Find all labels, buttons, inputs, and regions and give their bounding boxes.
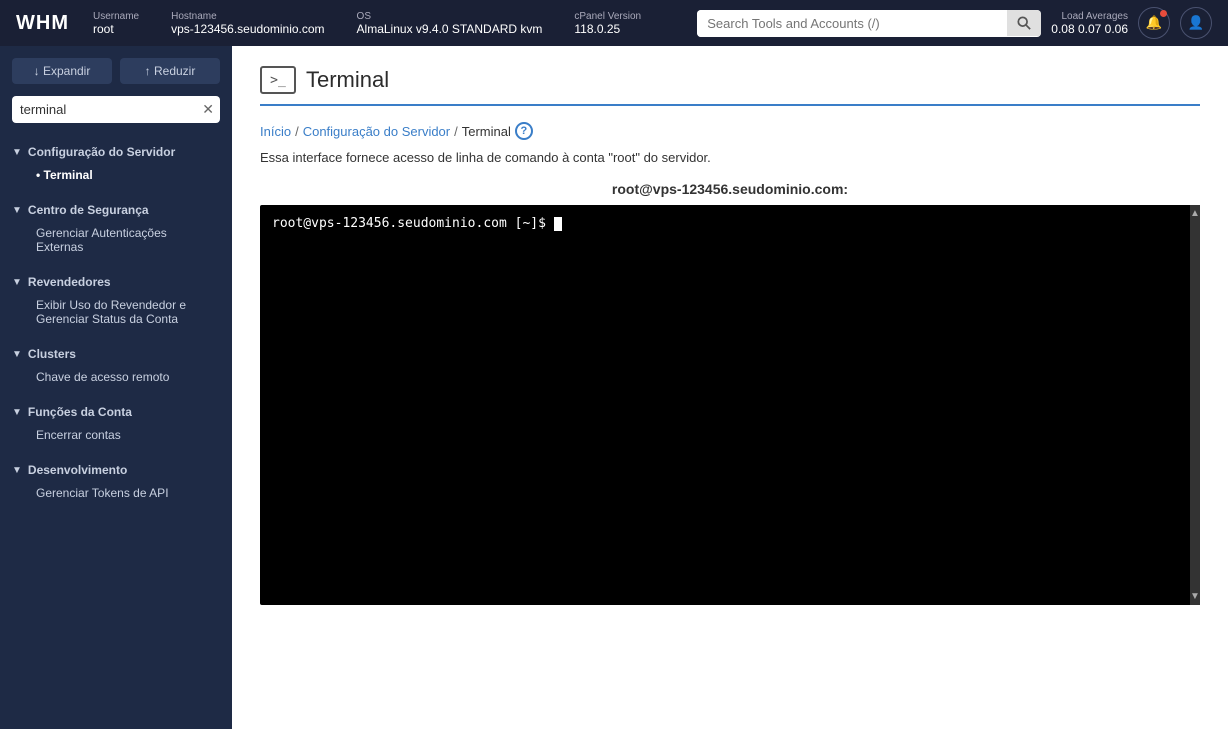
load-avg-label: Load Averages: [1061, 11, 1128, 22]
load-averages: Load Averages 0.08 0.07 0.06: [1051, 11, 1128, 36]
sidebar-item-reseller-usage[interactable]: Exibir Uso do Revendedor e Gerenciar Sta…: [12, 293, 220, 331]
notification-dot: [1160, 10, 1167, 17]
terminal-prompt: root@vps-123456.seudominio.com [~]$: [272, 216, 554, 231]
breadcrumb-current: Terminal: [462, 124, 511, 139]
top-bar: WHM Username root Hostname vps-123456.se…: [0, 0, 1228, 46]
username-value: root: [93, 22, 139, 36]
sidebar-search: ✕: [0, 96, 232, 133]
search-icon: [1017, 16, 1031, 30]
sidebar-item-remote-access[interactable]: Chave de acesso remoto: [12, 365, 220, 389]
meta-cpanel: cPanel Version 118.0.25: [574, 11, 641, 36]
search-button[interactable]: [1007, 10, 1041, 36]
hostname-label: Hostname: [171, 11, 324, 22]
sidebar-item-api-tokens[interactable]: Gerenciar Tokens de API: [12, 481, 220, 505]
chevron-down-icon-6: ▼: [12, 465, 22, 476]
main-layout: ↓ Expandir ↑ Reduzir ✕ ▼ Configuração do…: [0, 46, 1228, 729]
os-label: OS: [357, 11, 543, 22]
chevron-down-icon-5: ▼: [12, 407, 22, 418]
section-label-resellers: Revendedores: [28, 275, 111, 289]
section-label-account-functions: Funções da Conta: [28, 405, 132, 419]
username-label: Username: [93, 11, 139, 22]
collapse-button[interactable]: ↑ Reduzir: [120, 58, 220, 84]
section-clusters: ▼ Clusters Chave de acesso remoto: [0, 335, 232, 393]
scroll-up-arrow[interactable]: ▲: [1190, 205, 1200, 222]
section-label-clusters: Clusters: [28, 347, 76, 361]
section-header-resellers[interactable]: ▼ Revendedores: [12, 271, 220, 293]
whm-logo: WHM: [16, 12, 69, 35]
page-title: Terminal: [306, 67, 389, 93]
expand-button[interactable]: ↓ Expandir: [12, 58, 112, 84]
description-text: Essa interface fornece acesso de linha d…: [260, 150, 1200, 165]
section-label-development: Desenvolvimento: [28, 463, 127, 477]
search-input[interactable]: [697, 10, 1007, 37]
terminal-heading: root@vps-123456.seudominio.com:: [260, 181, 1200, 197]
meta-hostname: Hostname vps-123456.seudominio.com: [171, 11, 324, 36]
sidebar-item-manage-auth[interactable]: Gerenciar Autenticações Externas: [12, 221, 220, 259]
sidebar-search-input[interactable]: [12, 96, 220, 123]
section-header-security[interactable]: ▼ Centro de Segurança: [12, 199, 220, 221]
section-header-development[interactable]: ▼ Desenvolvimento: [12, 459, 220, 481]
load-avg-values: 0.08 0.07 0.06: [1051, 22, 1128, 36]
cpanel-value: 118.0.25: [574, 22, 641, 36]
top-bar-right: Load Averages 0.08 0.07 0.06 🔔 👤: [697, 7, 1212, 39]
top-bar-meta: Username root Hostname vps-123456.seudom…: [93, 11, 641, 36]
breadcrumb-sep-2: /: [454, 124, 458, 139]
cpanel-label: cPanel Version: [574, 11, 641, 22]
content-area: >_ Terminal Início / Configuração do Ser…: [232, 46, 1228, 729]
section-security-center: ▼ Centro de Segurança Gerenciar Autentic…: [0, 191, 232, 263]
os-value: AlmaLinux v9.4.0 STANDARD kvm: [357, 22, 543, 36]
section-label-server-config: Configuração do Servidor: [28, 145, 175, 159]
top-bar-left: WHM Username root Hostname vps-123456.se…: [16, 11, 641, 36]
chevron-down-icon-2: ▼: [12, 205, 22, 216]
section-account-functions: ▼ Funções da Conta Encerrar contas: [0, 393, 232, 451]
user-icon: 👤: [1188, 15, 1205, 31]
section-development: ▼ Desenvolvimento Gerenciar Tokens de AP…: [0, 451, 232, 509]
terminal-window[interactable]: root@vps-123456.seudominio.com [~]$: [260, 205, 1200, 605]
hostname-value: vps-123456.seudominio.com: [171, 22, 324, 36]
scroll-down-arrow[interactable]: ▼: [1190, 588, 1200, 605]
search-bar-container[interactable]: [697, 10, 1041, 37]
terminal-scrollbar[interactable]: ▲ ▼: [1190, 205, 1200, 605]
sidebar-actions: ↓ Expandir ↑ Reduzir: [0, 46, 232, 96]
section-resellers: ▼ Revendedores Exibir Uso do Revendedor …: [0, 263, 232, 335]
breadcrumb-sep-1: /: [295, 124, 299, 139]
section-server-config: ▼ Configuração do Servidor Terminal: [0, 133, 232, 191]
terminal-container: root@vps-123456.seudominio.com [~]$ ▲ ▼: [260, 205, 1200, 605]
meta-os: OS AlmaLinux v9.4.0 STANDARD kvm: [357, 11, 543, 36]
chevron-down-icon: ▼: [12, 147, 22, 158]
section-label-security: Centro de Segurança: [28, 203, 149, 217]
page-title-row: >_ Terminal: [260, 66, 1200, 106]
chevron-down-icon-4: ▼: [12, 349, 22, 360]
section-header-account-functions[interactable]: ▼ Funções da Conta: [12, 401, 220, 423]
chevron-down-icon-3: ▼: [12, 277, 22, 288]
terminal-icon: >_: [260, 66, 296, 94]
user-button[interactable]: 👤: [1180, 7, 1212, 39]
breadcrumb: Início / Configuração do Servidor / Term…: [260, 122, 1200, 140]
sidebar-item-terminal[interactable]: Terminal: [12, 163, 220, 187]
bell-icon: 🔔: [1146, 15, 1163, 31]
notifications-button[interactable]: 🔔: [1138, 7, 1170, 39]
meta-username: Username root: [93, 11, 139, 36]
breadcrumb-home[interactable]: Início: [260, 124, 291, 139]
help-icon[interactable]: ?: [515, 122, 533, 140]
terminal-cursor: [554, 217, 562, 231]
section-header-server-config[interactable]: ▼ Configuração do Servidor: [12, 141, 220, 163]
sidebar-item-terminate-accounts[interactable]: Encerrar contas: [12, 423, 220, 447]
sidebar-search-clear[interactable]: ✕: [202, 101, 214, 118]
section-header-clusters[interactable]: ▼ Clusters: [12, 343, 220, 365]
breadcrumb-server-config[interactable]: Configuração do Servidor: [303, 124, 450, 139]
sidebar: ↓ Expandir ↑ Reduzir ✕ ▼ Configuração do…: [0, 46, 232, 729]
